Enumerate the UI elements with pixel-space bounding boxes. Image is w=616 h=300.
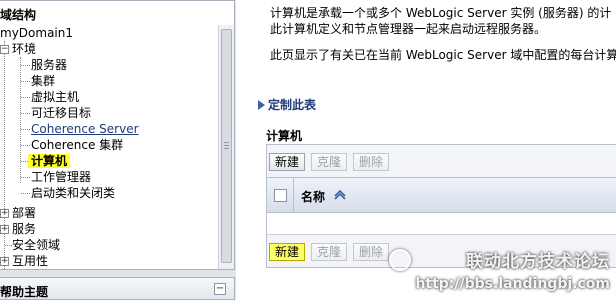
tree-item-label: 启动类和关闭类 <box>31 186 116 200</box>
tree-item-deployments[interactable]: 部署 <box>12 205 36 221</box>
watermark-url: http://bbs.landingbj.com <box>415 276 610 292</box>
tree-item-machines[interactable]: 计算机 <box>28 153 71 169</box>
tree-connector <box>21 193 30 194</box>
expand-icon[interactable]: + <box>0 225 9 234</box>
watermark: 联动北方技术论坛 http://bbs.landingbj.com <box>389 247 610 292</box>
scrollbar-thumb[interactable] <box>221 29 232 263</box>
customize-table-link[interactable]: 定制此表 <box>258 96 316 113</box>
tree-guide-line <box>4 41 5 269</box>
clone-button-bottom[interactable]: 克隆 <box>311 243 348 261</box>
customize-table-label: 定制此表 <box>268 98 317 112</box>
scroll-grip-line <box>224 145 229 146</box>
machines-content: 计算机是承载一个或多个 WebLogic Server 实例 (服务器) 的计 … <box>244 0 616 300</box>
tree-item-domain[interactable]: myDomain1 <box>0 25 73 41</box>
collapse-icon[interactable]: − <box>0 45 9 54</box>
tree-item-label: myDomain1 <box>0 26 73 40</box>
tree-item-startup-shutdown-classes[interactable]: 启动类和关闭类 <box>31 185 115 201</box>
tree-item-coherence-cluster[interactable]: Coherence 集群 <box>31 137 123 153</box>
scroll-grip-line <box>224 148 229 149</box>
tree-item-migratable-targets[interactable]: 可迁移目标 <box>31 105 91 121</box>
tree-item-label: 环境 <box>12 42 37 56</box>
description-line: 此计算机定义和节点管理器一起来启动远程服务器。 <box>270 22 547 36</box>
expand-icon[interactable]: + <box>0 209 9 218</box>
help-topics-panel: 帮助主题 − <box>0 277 235 300</box>
domain-structure-panel: 域结构 myDomain1 − 环境 服务器 集群 虚拟主机 可迁移目标 Coh… <box>0 0 235 270</box>
tree-connector <box>21 129 30 130</box>
left-panel: 域结构 myDomain1 − 环境 服务器 集群 虚拟主机 可迁移目标 Coh… <box>0 0 236 300</box>
collapse-toggle-icon[interactable]: − <box>214 283 226 295</box>
tree-guide-line <box>20 57 21 183</box>
tree-item-interoperability[interactable]: 互用性 <box>12 253 48 269</box>
tree-item-label: 服务器 <box>31 58 68 72</box>
tree-item-services[interactable]: 服务 <box>12 221 36 237</box>
tree-item-coherence-server[interactable]: Coherence Server <box>31 121 139 137</box>
tree-item-label: 虚拟主机 <box>31 90 80 104</box>
domain-tree: myDomain1 − 环境 服务器 集群 虚拟主机 可迁移目标 Coheren… <box>0 25 218 269</box>
new-button-bottom[interactable]: 新建 <box>269 243 306 261</box>
tree-item-label: 安全领域 <box>12 238 61 252</box>
machines-table-title: 计算机 <box>266 129 303 143</box>
clone-button[interactable]: 克隆 <box>311 153 348 171</box>
scroll-grip-line <box>224 142 229 143</box>
select-all-checkbox[interactable] <box>274 189 287 202</box>
tree-item-environment[interactable]: 环境 <box>12 41 36 57</box>
tree-item-servers[interactable]: 服务器 <box>31 57 67 73</box>
tree-item-label: Coherence 集群 <box>31 138 124 152</box>
tree-item-security-realms[interactable]: 安全领域 <box>12 237 60 253</box>
tree-item-label: 可迁移目标 <box>31 106 92 120</box>
description-line: 此页显示了有关已在当前 WebLogic Server 域中配置的每台计算机 <box>270 48 616 62</box>
tree-scrollbar[interactable] <box>218 25 234 269</box>
delete-button[interactable]: 删除 <box>353 153 390 171</box>
top-button-bar: 新建 克隆 删除 <box>267 145 616 177</box>
tree-item-label: 计算机 <box>28 154 71 168</box>
column-header-name[interactable]: 名称 <box>301 188 325 205</box>
tree-item-label: 互用性 <box>12 254 49 268</box>
tree-item-work-managers[interactable]: 工作管理器 <box>31 169 91 185</box>
description-line: 计算机是承载一个或多个 WebLogic Server 实例 (服务器) 的计 <box>270 6 612 20</box>
tree-connector <box>21 65 30 66</box>
sort-ascending-icon[interactable] <box>333 187 347 201</box>
tree-item-label[interactable]: Coherence Server <box>31 122 139 136</box>
tree-item-label: 集群 <box>31 74 56 88</box>
watermark-title: 联动北方技术论坛 <box>466 252 610 272</box>
tree-connector <box>21 177 30 178</box>
tree-item-label: 服务 <box>12 222 37 236</box>
help-topics-title: 帮助主题 <box>0 285 49 299</box>
expand-icon[interactable]: + <box>0 257 9 266</box>
delete-button-bottom[interactable]: 删除 <box>353 243 390 261</box>
tree-connector <box>21 145 30 146</box>
table-empty-row <box>267 213 616 235</box>
domain-structure-title: 域结构 <box>0 8 37 22</box>
tree-connector <box>21 113 30 114</box>
tree-connector <box>21 81 30 82</box>
tree-connector <box>21 97 30 98</box>
tree-item-clusters[interactable]: 集群 <box>31 73 55 89</box>
new-button[interactable]: 新建 <box>269 153 306 171</box>
tree-connector <box>5 245 12 246</box>
table-header-row: 名称 <box>267 177 616 214</box>
expand-arrow-icon <box>258 100 265 110</box>
column-separator <box>293 178 294 214</box>
tree-item-virtual-hosts[interactable]: 虚拟主机 <box>31 89 79 105</box>
tree-item-label: 部署 <box>12 206 37 220</box>
tree-item-label: 工作管理器 <box>31 170 92 184</box>
